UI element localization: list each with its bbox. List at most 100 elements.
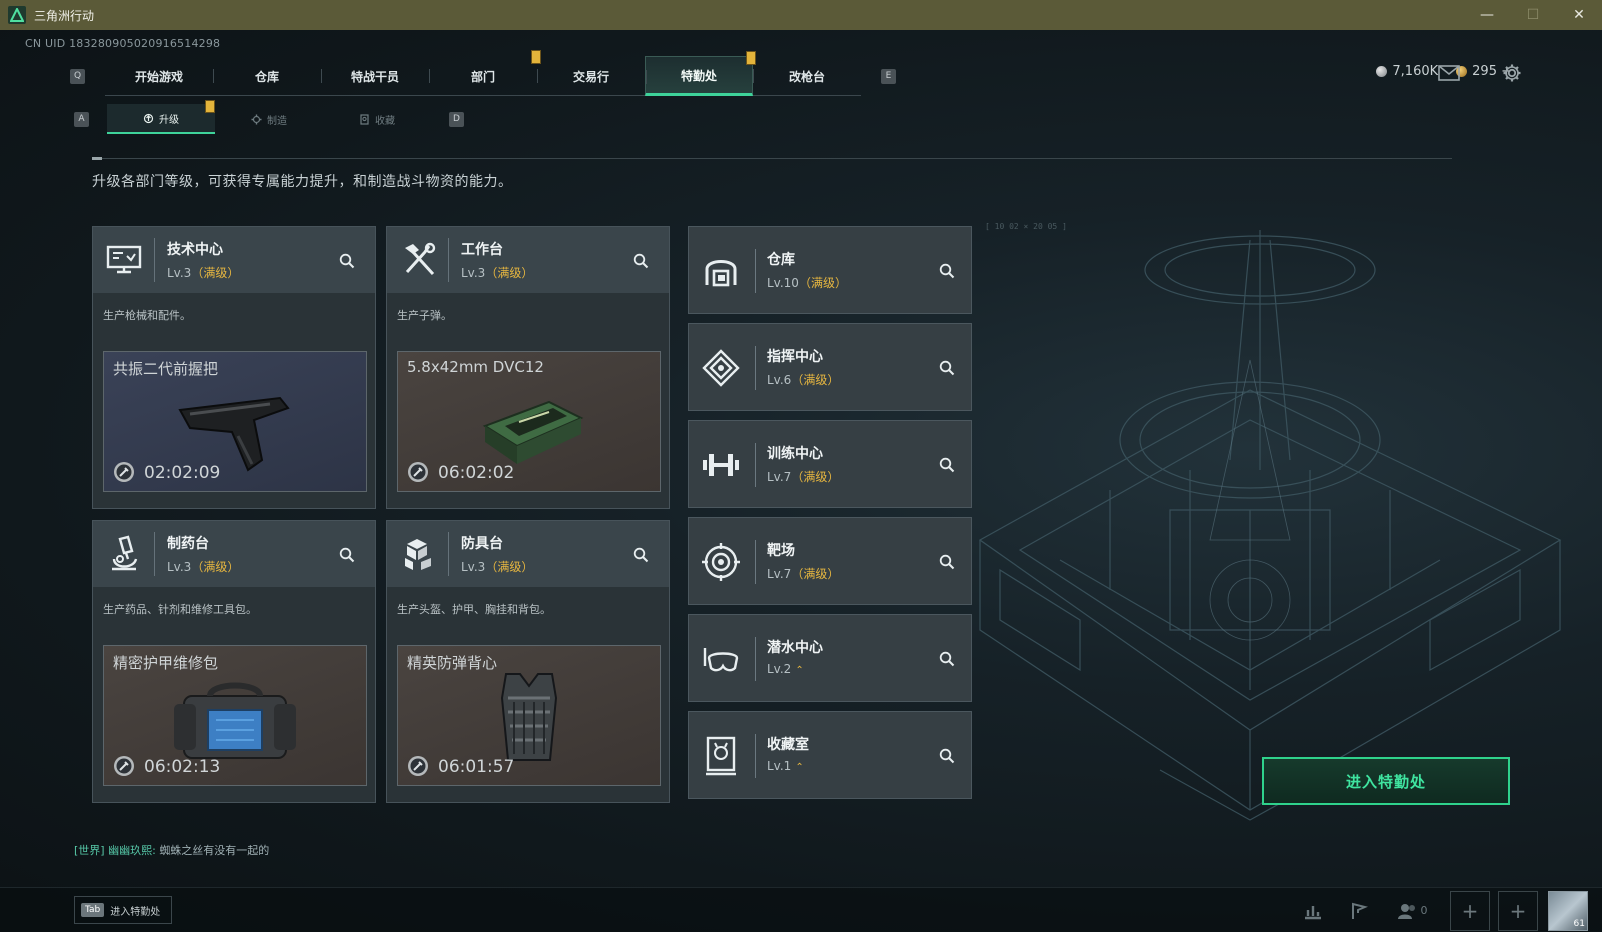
card-workbench[interactable]: 工作台 Lv.3（满级） 生产子弹。 5.8x42mm DVC12 06:02:… xyxy=(386,226,670,509)
search-button[interactable] xyxy=(935,356,959,380)
search-button[interactable] xyxy=(935,550,959,574)
tab-operators[interactable]: 特战干员 xyxy=(321,56,429,96)
command-icon xyxy=(699,346,743,390)
avatar-level: 61 xyxy=(1573,918,1585,929)
world-chat-line[interactable]: [世界] 幽幽玖熙: 蜘蛛之丝有没有一起的 xyxy=(74,842,269,858)
tab-trade[interactable]: 交易行 xyxy=(537,56,645,96)
collection-icon xyxy=(360,113,369,125)
card-level: Lv.3（满级） xyxy=(167,264,239,281)
card-level: Lv.3（满级） xyxy=(461,264,533,281)
side-card-title: 潜水中心 xyxy=(767,640,823,656)
card-armory[interactable]: 防具台 Lv.3（满级） 生产头盔、护甲、胸挂和背包。 精英防弹背心 06:01… xyxy=(386,520,670,803)
notification-badge xyxy=(205,100,215,113)
search-button[interactable] xyxy=(935,744,959,768)
search-icon xyxy=(939,457,955,473)
side-card-shooting-range[interactable]: 靶场 Lv.7（满级） xyxy=(688,517,972,605)
production-timer: 06:02:02 xyxy=(438,463,515,483)
card-title: 防具台 xyxy=(461,536,503,552)
tab-key-label: Tab xyxy=(81,903,105,917)
tab-label: 改枪台 xyxy=(788,69,825,84)
side-card-level: Lv.2 ⌃ xyxy=(767,662,823,676)
enter-special-ops-button[interactable]: 进入特勤处 xyxy=(1262,757,1510,805)
tab-start-game[interactable]: 开始游戏 xyxy=(105,56,213,96)
search-button[interactable] xyxy=(335,543,359,567)
game-viewport: [ 10 02 × 20 05 ] CN UID 183280905020916… xyxy=(0,30,1602,932)
card-description: 生产药品、针剂和维修工具包。 xyxy=(103,603,257,616)
search-icon xyxy=(939,554,955,570)
tab-shortcut-label: 进入特勤处 xyxy=(110,906,161,918)
key-hint-q[interactable]: Q xyxy=(70,68,85,84)
gear-icon[interactable] xyxy=(1502,63,1522,83)
maximize-button[interactable]: ☐ xyxy=(1510,0,1556,30)
side-card-title: 指挥中心 xyxy=(767,349,823,365)
page-description: 升级各部门等级，可获得专属能力提升，和制造战斗物资的能力。 xyxy=(92,174,513,190)
wrench-timer-icon xyxy=(408,756,428,776)
tab-department[interactable]: 部门 xyxy=(429,50,541,96)
production-slot[interactable]: 共振二代前握把 02:02:09 xyxy=(103,351,367,492)
main-tabs: 开始游戏 仓库 特战干员 部门 交易行 特勤处 改枪台 xyxy=(105,50,861,96)
silver-currency[interactable]: 7,160K xyxy=(1376,64,1438,79)
microscope-icon xyxy=(93,532,155,576)
tab-gunsmith[interactable]: 改枪台 xyxy=(753,56,861,96)
close-button[interactable]: ✕ xyxy=(1556,0,1602,30)
production-timer: 02:02:09 xyxy=(144,463,221,483)
key-hint-d[interactable]: D xyxy=(449,111,464,127)
card-pharmacy[interactable]: 制药台 Lv.3（满级） 生产药品、针剂和维修工具包。 精密护甲维修包 06:0… xyxy=(92,520,376,803)
tab-shortcut-hint[interactable]: Tab 进入特勤处 xyxy=(74,896,172,924)
separator xyxy=(755,540,756,584)
side-card-diving-center[interactable]: 潜水中心 Lv.2 ⌃ xyxy=(688,614,972,702)
upgrade-icon xyxy=(143,113,154,123)
player-avatar[interactable]: 61 xyxy=(1548,890,1588,931)
side-card-level: Lv.10（满级） xyxy=(767,274,847,291)
max-level-tag: （满级） xyxy=(791,373,840,387)
add-teammate-slot-1[interactable]: + xyxy=(1450,890,1490,931)
side-card-level: Lv.7（满级） xyxy=(767,565,839,582)
minimize-button[interactable]: — xyxy=(1464,0,1510,30)
mail-icon[interactable] xyxy=(1438,65,1460,81)
side-card-title: 收藏室 xyxy=(767,737,809,753)
search-button[interactable] xyxy=(935,647,959,671)
tab-special-ops[interactable]: 特勤处 xyxy=(645,51,756,96)
section-divider xyxy=(92,157,1452,160)
subtab-craft[interactable]: 制造 xyxy=(215,104,323,134)
search-button[interactable] xyxy=(629,543,653,567)
subtab-collection[interactable]: 收藏 xyxy=(323,104,431,134)
side-card-warehouse[interactable]: 仓库 Lv.10（满级） xyxy=(688,226,972,314)
side-card-training-center[interactable]: 训练中心 Lv.7（满级） xyxy=(688,420,972,508)
vest-image xyxy=(500,673,558,761)
sub-tabs: 升级 制造 收藏 xyxy=(107,100,431,134)
production-timer: 06:01:57 xyxy=(438,757,515,777)
production-slot[interactable]: 精英防弹背心 06:01:57 xyxy=(397,645,661,786)
tab-label: 开始游戏 xyxy=(134,69,183,84)
production-slot[interactable]: 精密护甲维修包 06:02:13 xyxy=(103,645,367,786)
flag-icon[interactable] xyxy=(1336,888,1382,932)
side-card-command-center[interactable]: 指挥中心 Lv.6（满级） xyxy=(688,323,972,411)
production-timer: 06:02:13 xyxy=(144,757,221,777)
wrench-timer-icon xyxy=(114,756,134,776)
search-button[interactable] xyxy=(935,259,959,283)
production-slot[interactable]: 5.8x42mm DVC12 06:02:02 xyxy=(397,351,661,492)
search-button[interactable] xyxy=(629,249,653,273)
diving-mask-icon xyxy=(699,637,743,681)
stats-icon[interactable] xyxy=(1290,888,1336,932)
key-hint-a[interactable]: A xyxy=(74,111,89,127)
card-description: 生产头盔、护甲、胸挂和背包。 xyxy=(397,603,551,616)
friends-button[interactable]: 0 xyxy=(1382,888,1442,932)
add-teammate-slot-2[interactable]: + xyxy=(1498,890,1538,931)
separator xyxy=(755,346,756,390)
key-hint-e[interactable]: E xyxy=(881,68,896,84)
separator xyxy=(755,443,756,487)
side-card-collection-room[interactable]: 收藏室 Lv.1 ⌃ xyxy=(688,711,972,799)
silver-amount: 7,160K xyxy=(1392,64,1439,79)
card-tech-center[interactable]: 技术中心 Lv.3（满级） 生产枪械和配件。 共振二代前握把 02:02:09 xyxy=(92,226,376,509)
subtab-upgrade[interactable]: 升级 xyxy=(107,100,215,134)
trophy-case-icon xyxy=(699,734,743,778)
bottom-bar: Tab 进入特勤处 0 + + 61 xyxy=(0,887,1602,932)
search-icon xyxy=(633,253,649,269)
search-button[interactable] xyxy=(935,453,959,477)
tab-warehouse[interactable]: 仓库 xyxy=(213,56,321,96)
chat-username: 幽幽玖熙: xyxy=(108,844,156,857)
upgrade-available-icon: ⌃ xyxy=(795,665,804,676)
search-button[interactable] xyxy=(335,249,359,273)
monitor-icon xyxy=(93,238,155,282)
